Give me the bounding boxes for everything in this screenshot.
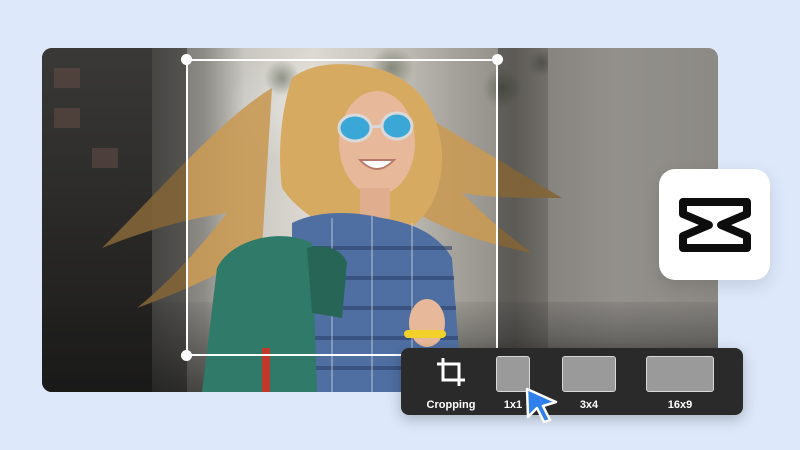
capcut-logo-icon <box>677 194 753 256</box>
cropping-label: Cropping <box>423 399 479 411</box>
crop-icon <box>435 356 467 388</box>
crop-handle-top-left[interactable] <box>181 54 192 65</box>
crop-frame[interactable] <box>186 59 498 356</box>
capcut-logo <box>659 169 770 280</box>
ratio-3x4-label: 3x4 <box>561 399 617 411</box>
ratio-3x4-swatch <box>562 356 616 392</box>
cursor-pointer-icon <box>524 386 560 424</box>
crop-toolbar: Cropping 1x1 3x4 16x9 <box>401 348 743 415</box>
crop-handle-bottom-left[interactable] <box>181 350 192 361</box>
crop-mask-left <box>42 48 187 392</box>
ratio-16x9-swatch <box>646 356 714 392</box>
ratio-16x9-label: 16x9 <box>645 399 715 411</box>
cropping-tool-button[interactable]: Cropping <box>423 348 479 415</box>
ratio-16x9-button[interactable]: 16x9 <box>645 348 715 415</box>
ratio-3x4-button[interactable]: 3x4 <box>561 348 617 415</box>
crop-handle-top-right[interactable] <box>492 54 503 65</box>
